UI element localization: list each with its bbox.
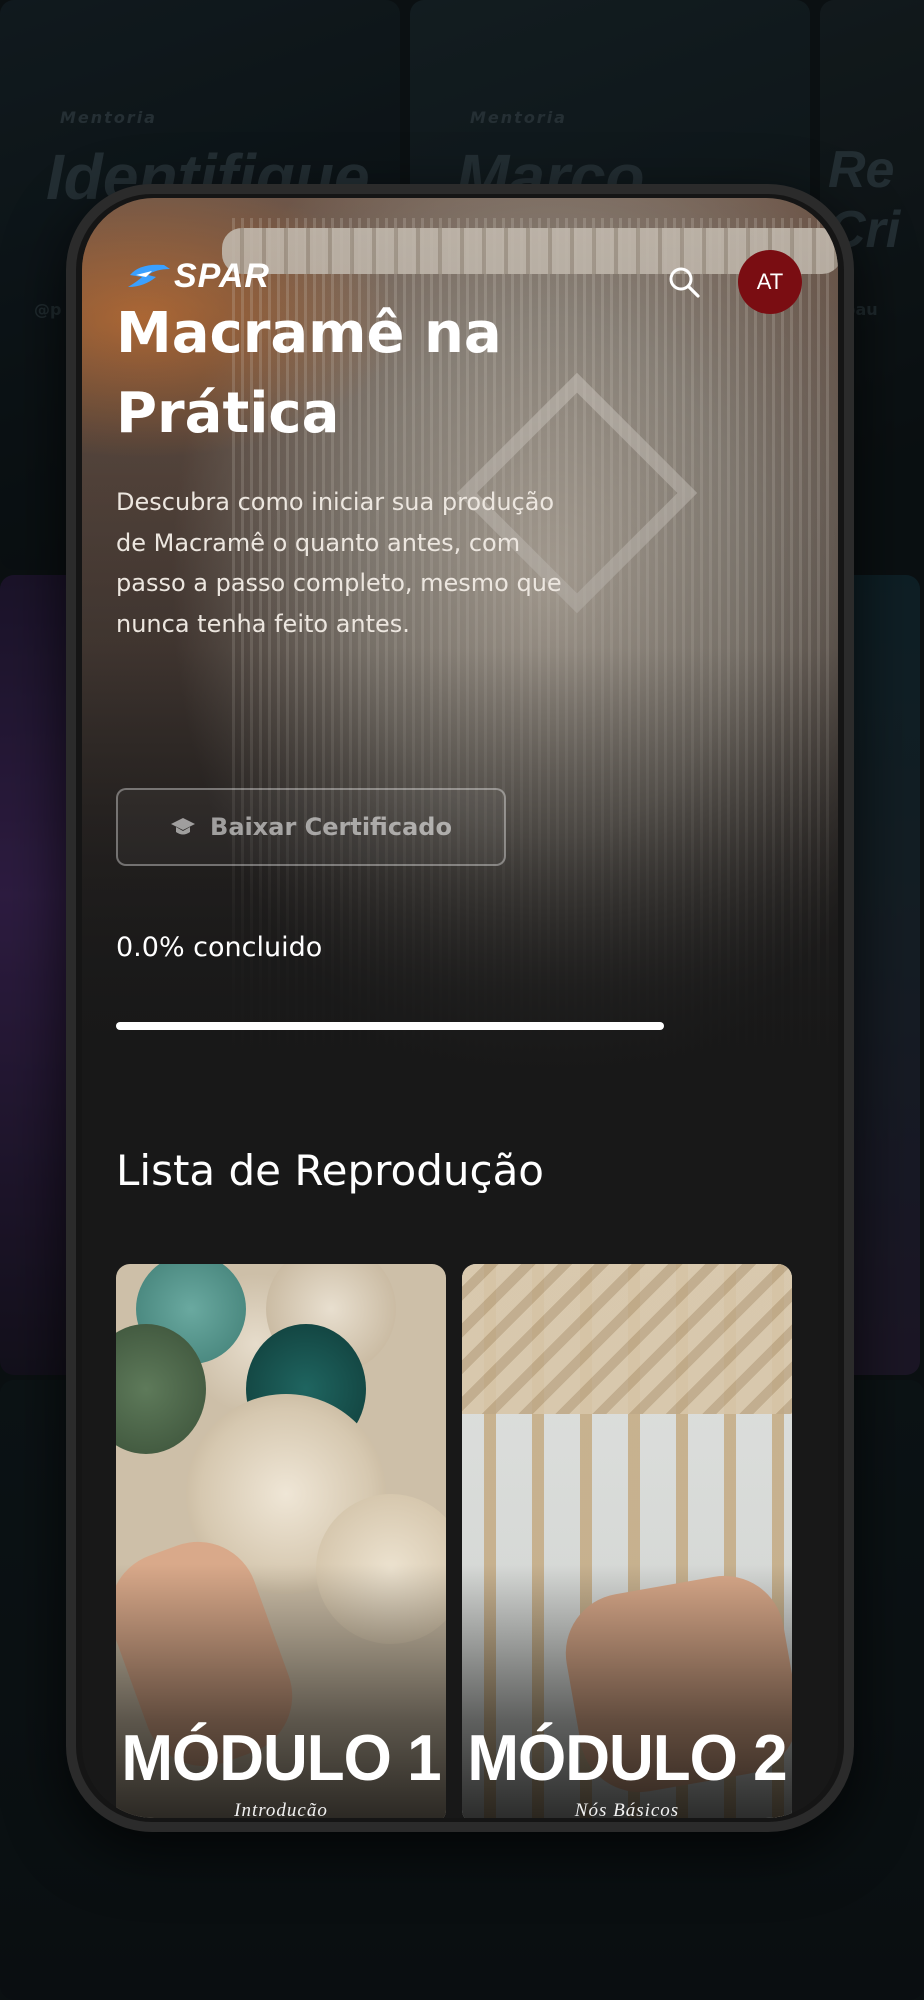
module-card-subtitle: Nós Básicos [574,1800,680,1818]
playlist-title: Lista de Reprodução [116,1146,544,1195]
search-icon [669,267,700,298]
download-certificate-button[interactable]: Baixar Certificado [116,788,506,866]
module-card-subtitle: Introducão [234,1800,328,1818]
graduation-cap-icon [171,818,196,835]
certificate-button-label: Baixar Certificado [210,813,452,841]
search-button[interactable] [662,260,706,304]
course-title: Macramê na Prática [116,301,502,446]
module-card-1[interactable]: MÓDULO 1 Introducão [116,1264,446,1818]
course-description: Descubra como iniciar sua produção de Ma… [116,488,562,638]
user-avatar[interactable]: AT [738,250,802,314]
progress-bar [116,1022,664,1030]
app-screen: SPAR AT Macramê na Prática Descubra como… [82,198,838,1818]
logo-text: SPAR [174,256,270,295]
progress-label: 0.0% concluido [116,932,323,963]
app-logo[interactable]: SPAR [126,256,312,296]
module-card-title: MÓDULO 1 [121,1722,441,1795]
logo-mark-icon [126,261,172,291]
module-card-2[interactable]: MÓDULO 2 Nós Básicos [462,1264,792,1818]
knot-pattern [462,1264,792,1414]
module-card-title: MÓDULO 2 [467,1722,787,1795]
